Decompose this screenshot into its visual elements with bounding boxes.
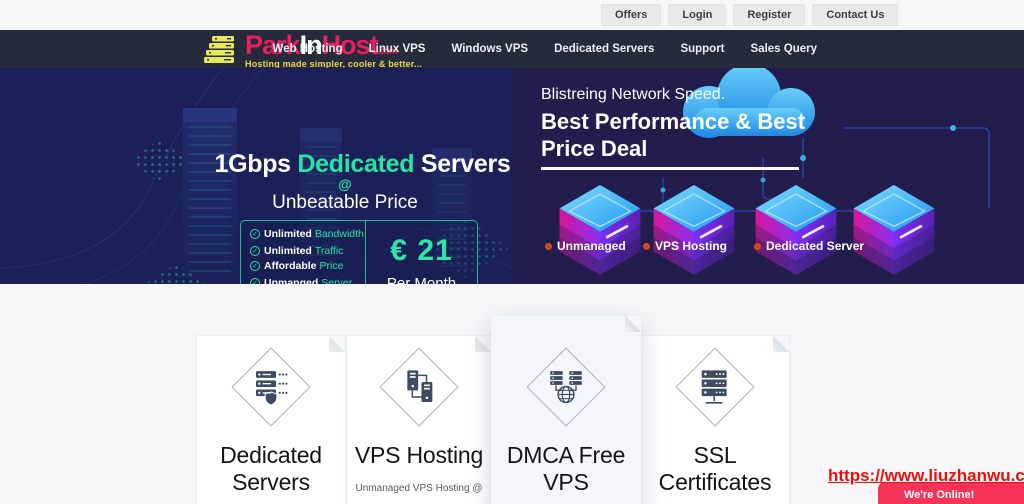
headline-underline (541, 167, 799, 170)
diamond-frame (675, 347, 754, 426)
server-stack-logo-icon (204, 35, 240, 70)
diamond-frame (231, 347, 310, 426)
watermark-link[interactable]: https://www.liuzhanwu.cn (828, 466, 1024, 486)
card-title: VPS Hosting (347, 442, 491, 469)
ring-icon (545, 243, 552, 250)
hero-right-panel: Blistreing Network Speed. Best Performan… (513, 68, 1024, 284)
server-stack-graphic (649, 185, 739, 282)
server-stack-graphic (849, 185, 939, 282)
diamond-frame (526, 347, 605, 426)
network-speed-line: Blistreing Network Speed. (541, 86, 725, 104)
hero-headline: Best Performance & Best Price Deal (541, 108, 821, 162)
hero-banner: 1Gbps Dedicated Servers @ Unbeatable Pri… (0, 68, 1024, 284)
register-button[interactable]: Register (733, 4, 805, 26)
nav-item-web-hosting[interactable]: Web Hosting (273, 43, 343, 55)
nav-item-linux-vps[interactable]: Linux VPS (369, 43, 426, 55)
page: Offers Login Register Contact Us (0, 0, 1024, 504)
nav-item-support[interactable]: Support (680, 43, 724, 55)
price-value: € 21 (390, 234, 452, 268)
card-dmca-free-vps[interactable]: DMCA Free VPS DMCA Ignored VPS Hosting @ (491, 316, 641, 504)
hero-subtitle: Unbeatable Price (210, 192, 480, 214)
server-rack-icon (695, 367, 735, 407)
feature-item: ✓UnlimitedTraffic (250, 245, 365, 257)
price-panel: € 21 Per Month (365, 221, 477, 284)
server-stack-graphic (555, 185, 645, 282)
check-circle-icon: ✓ (250, 246, 260, 256)
feature-item: ✓AffordablePrice (250, 260, 365, 272)
main-navbar: ParkInHost.com Hosting made simpler, coo… (0, 30, 1024, 68)
feature-item: ✓UnlimitedBandwidth (250, 228, 365, 240)
label-vps-hosting: VPS Hosting (643, 239, 727, 253)
top-utility-bar: Offers Login Register Contact Us (0, 0, 1024, 30)
fold-corner (625, 316, 641, 332)
nav-item-windows-vps[interactable]: Windows VPS (451, 43, 528, 55)
ring-icon (643, 243, 650, 250)
login-button[interactable]: Login (668, 4, 726, 26)
label-dedicated-server: Dedicated Server (754, 239, 864, 253)
server-stack-graphic (751, 185, 841, 282)
servers-globe-icon (546, 367, 586, 407)
price-period: Per Month (387, 275, 456, 285)
diamond-frame (379, 347, 458, 426)
top-buttons: Offers Login Register Contact Us (601, 4, 898, 26)
contact-us-button[interactable]: Contact Us (812, 4, 898, 26)
feature-list: ✓UnlimitedBandwidth ✓UnlimitedTraffic ✓A… (241, 221, 365, 284)
feature-item: ✓UnmangedServer (250, 277, 365, 284)
ring-icon (754, 243, 761, 250)
dedicated-server-shield-icon (251, 367, 291, 407)
hero-left-panel: 1Gbps Dedicated Servers @ Unbeatable Pri… (0, 68, 513, 284)
card-vps-hosting[interactable]: VPS Hosting Unmanaged VPS Hosting @ (347, 336, 491, 504)
chat-status-text: We're Online! (904, 489, 1024, 501)
nav-menu: Web Hosting Linux VPS Windows VPS Dedica… (273, 30, 817, 68)
card-title: SSL Certificates (641, 442, 789, 496)
nav-item-sales-query[interactable]: Sales Query (751, 43, 817, 55)
vps-servers-icon (399, 367, 439, 407)
check-circle-icon: ✓ (250, 261, 260, 271)
card-subtitle: Unmanaged VPS Hosting @ (347, 483, 491, 494)
check-circle-icon: ✓ (250, 229, 260, 239)
hero-title: 1Gbps Dedicated Servers (210, 150, 513, 179)
card-title: Dedicated Servers (197, 442, 345, 496)
price-offer-box: ✓UnlimitedBandwidth ✓UnlimitedTraffic ✓A… (240, 220, 478, 284)
label-unmanaged: Unmanaged (545, 239, 626, 253)
offers-button[interactable]: Offers (601, 4, 661, 26)
card-dedicated-servers[interactable]: Dedicated Servers Dedicated Servers for … (197, 336, 345, 504)
hero-at-symbol: @ (210, 176, 480, 192)
card-ssl-certificates[interactable]: SSL Certificates RapidSSL | GeoTrust | S… (641, 336, 789, 504)
nav-item-dedicated-servers[interactable]: Dedicated Servers (554, 43, 654, 55)
card-title: DMCA Free VPS (491, 442, 641, 496)
